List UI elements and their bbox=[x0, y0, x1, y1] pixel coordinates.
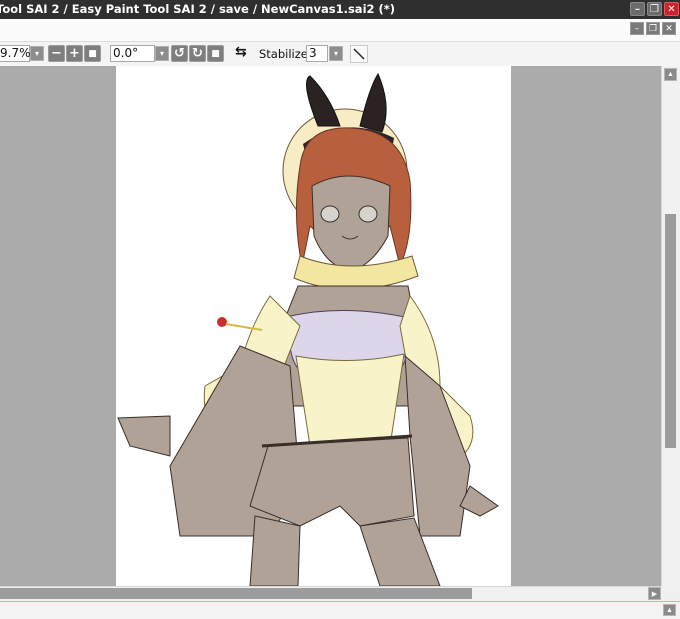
flip-horizontal-icon[interactable]: ⇆ bbox=[235, 44, 247, 60]
zoom-in-button[interactable]: + bbox=[66, 45, 83, 62]
artwork-svg bbox=[116, 66, 511, 586]
leg-left bbox=[249, 515, 301, 586]
rotate-ccw-button[interactable]: ↺ bbox=[171, 45, 188, 62]
status-strip: ▲ bbox=[0, 601, 680, 619]
zoom-out-button[interactable]: − bbox=[48, 45, 65, 62]
stabilizer-field[interactable]: 3 bbox=[306, 45, 328, 62]
vertical-scrollbar[interactable]: ▲ bbox=[661, 66, 680, 586]
right-eye bbox=[358, 205, 378, 223]
rotate-reset-button[interactable]: ■ bbox=[207, 45, 224, 62]
document-bar: – ❐ ✕ bbox=[0, 19, 680, 42]
doc-restore-button[interactable]: ❐ bbox=[646, 22, 660, 35]
title-bar: Tool SAI 2 / Easy Paint Tool SAI 2 / sav… bbox=[0, 0, 680, 19]
pen-mode-button[interactable] bbox=[350, 45, 368, 63]
flower bbox=[217, 317, 227, 327]
window-title: Tool SAI 2 / Easy Paint Tool SAI 2 / sav… bbox=[0, 2, 396, 16]
scroll-up-button[interactable]: ▲ bbox=[664, 68, 677, 81]
vertical-scroll-thumb[interactable] bbox=[665, 214, 676, 448]
blouse bbox=[295, 353, 405, 447]
rotation-dropdown-button[interactable]: ▾ bbox=[155, 46, 169, 61]
stabilizer-dropdown-button[interactable]: ▾ bbox=[329, 46, 343, 61]
canvas-viewport[interactable] bbox=[0, 66, 661, 586]
stabilizer-label: Stabilizer bbox=[259, 47, 313, 61]
rotate-cw-button[interactable]: ↻ bbox=[189, 45, 206, 62]
minimize-button[interactable]: – bbox=[630, 2, 645, 16]
zoom-reset-button[interactable]: ■ bbox=[84, 45, 101, 62]
zoom-dropdown-button[interactable]: ▾ bbox=[30, 46, 44, 61]
close-button[interactable]: ✕ bbox=[664, 2, 679, 16]
restore-button[interactable]: ❐ bbox=[647, 2, 662, 16]
doc-close-button[interactable]: ✕ bbox=[662, 22, 676, 35]
diagonal-line-icon bbox=[353, 48, 365, 60]
horizontal-scrollbar[interactable]: ▶ bbox=[0, 586, 661, 601]
view-toolbar: 9.7% ▾ − + ■ 0.0° ▾ ↺ ↻ ■ ⇆ Stabilizer 3… bbox=[0, 42, 680, 67]
doc-minimize-button[interactable]: – bbox=[630, 22, 644, 35]
rotation-field[interactable]: 0.0° bbox=[110, 45, 155, 62]
horizontal-scroll-thumb[interactable] bbox=[0, 588, 472, 599]
scroll-right-button[interactable]: ▶ bbox=[648, 587, 661, 600]
left-eye bbox=[320, 205, 340, 223]
zoom-field[interactable]: 9.7% bbox=[0, 45, 31, 62]
scroll-down-button[interactable]: ▲ bbox=[663, 604, 676, 616]
